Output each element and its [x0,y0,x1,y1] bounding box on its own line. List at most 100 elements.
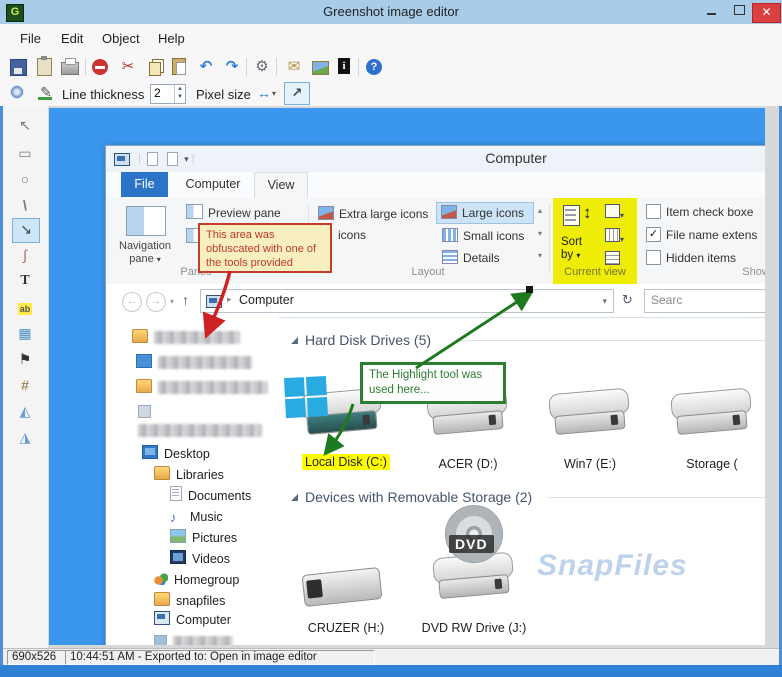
tree-item-music[interactable]: ♪ Music [170,507,223,527]
collapse-icon[interactable] [291,337,298,344]
layout-small-icons[interactable]: Small icons [442,227,524,245]
shadow-toggle-button[interactable]: ↗ [284,82,310,105]
status-dimensions: 690x526 [7,650,67,665]
tool-rectangle[interactable]: ▭ [12,142,38,165]
stepper-arrows-icon[interactable]: ▲ ▼ [174,85,185,103]
settings-gear-icon[interactable]: ⚙ [252,57,272,77]
layout-large-icons-selected[interactable]: Large icons [436,202,534,224]
new-folder-icon[interactable] [167,152,179,166]
tree-item-videos[interactable]: Videos [170,549,230,569]
copy-icon[interactable] [144,59,164,76]
obfuscated-tree-item[interactable] [136,354,252,372]
layout-overflow-icon[interactable]: ▾ [538,251,542,260]
collapse-icon[interactable] [291,494,298,501]
qat-caret-icon[interactable]: ▾ [184,154,189,164]
drive-win7[interactable]: Win7 (E:) [531,357,649,497]
recent-locations-caret-icon[interactable]: ▾ [170,297,174,306]
section-header-hdd[interactable]: Hard Disk Drives (5) [291,332,431,348]
drive-dvd[interactable]: DVD DVD RW Drive (J:) [409,505,539,645]
pixel-size-caret-icon[interactable]: ▾ [272,89,276,98]
undo-icon[interactable]: ↶ [196,57,216,77]
layout-extra-large-icons[interactable]: Extra large icons [318,205,428,223]
breadcrumb-location[interactable]: Computer [239,293,294,307]
section-header-removable[interactable]: Devices with Removable Storage (2) [291,489,532,505]
address-dropdown-caret-icon[interactable]: ▾ [602,296,607,307]
menu-help[interactable]: Help [158,31,185,46]
obfuscated-tree-item[interactable] [138,404,279,440]
layout-scroll-up-icon[interactable]: ▴ [538,206,542,215]
image-canvas[interactable]: | ▾ | Computer File Computer View Naviga… [48,108,765,645]
drive-cruzer[interactable]: CRUZER (H:) [285,509,407,645]
homegroup-icon [154,573,168,585]
tab-file[interactable]: File [121,172,168,197]
help-icon[interactable]: ? [366,59,382,75]
breadcrumb-box[interactable]: ▸ Computer ▾ [200,289,614,313]
menu-file[interactable]: File [20,31,41,46]
search-box[interactable] [644,289,765,313]
info-icon[interactable]: i [338,58,350,74]
tab-computer[interactable]: Computer [172,172,254,197]
tool-text[interactable]: T [12,270,38,293]
export-image-icon[interactable] [312,61,329,75]
line-color-icon[interactable]: ✎ [36,82,56,102]
tool-line[interactable]: \ [12,194,38,217]
blur-style-icon[interactable] [10,85,24,99]
drive-storage[interactable]: Storage ( [653,357,765,497]
sort-by-button[interactable]: Sort by ▾ [561,236,582,262]
tab-view[interactable]: View [254,172,308,199]
layout-medium-icons-fragment[interactable]: icons [338,228,366,242]
tool-crop[interactable]: # [12,374,38,397]
print-icon[interactable] [61,58,79,75]
tree-item-network-partial[interactable] [154,633,233,645]
tree-item-pictures[interactable]: Pictures [170,528,237,548]
delete-icon[interactable] [92,59,108,75]
tool-rotate-ccw[interactable]: ◭ [12,400,38,423]
group-by-icon[interactable]: ▾ [605,204,624,223]
redo-icon[interactable]: ↷ [222,57,242,77]
item-check-boxes-checkbox[interactable] [646,204,661,219]
menu-edit[interactable]: Edit [61,31,83,46]
close-button[interactable]: ✕ [752,3,781,23]
line-thickness-input[interactable] [151,85,176,101]
tool-arrow[interactable]: ↘ [12,218,40,243]
pixel-size-arrow-icon[interactable]: ↔ [254,83,274,103]
paste-icon[interactable] [172,58,186,75]
forward-icon[interactable]: → [146,292,166,312]
save-icon[interactable] [10,59,27,76]
obfuscated-tree-item[interactable] [136,379,268,397]
tree-item-libraries[interactable]: Libraries [154,465,224,485]
line-thickness-stepper[interactable]: ▲▼ [150,84,186,104]
tree-item-snapfiles[interactable]: snapfiles [154,591,225,611]
green-annotation-note[interactable]: The Highlight tool was used here... [360,362,506,404]
tree-item-homegroup[interactable]: Homegroup [154,570,239,590]
layout-details[interactable]: Details [442,249,500,267]
hidden-items-checkbox[interactable] [646,250,661,265]
cut-icon[interactable]: ✂ [118,57,138,77]
tool-selection[interactable]: ↖ [12,114,38,137]
tool-ellipse[interactable]: ○ [12,168,38,191]
tree-item-computer[interactable]: Computer [154,610,231,630]
refresh-icon[interactable]: ↻ [622,292,633,308]
email-icon[interactable]: ✉ [284,57,304,77]
tool-obfuscate[interactable]: ▦ [12,322,38,345]
minimize-button[interactable] [698,3,724,21]
menu-object[interactable]: Object [102,31,140,46]
obfuscated-tree-item[interactable] [132,329,240,347]
back-icon[interactable]: ← [122,292,142,312]
add-columns-icon[interactable]: ▾ [605,228,624,247]
file-name-extensions-checkbox[interactable]: ✓ [646,227,661,242]
preview-pane-button[interactable]: Preview pane [186,204,281,222]
red-annotation-note[interactable]: This area was obfuscated with one of the… [198,223,332,273]
up-icon[interactable]: ↑ [182,292,189,308]
tool-freehand[interactable]: ∫ [12,244,38,267]
copy-to-clipboard-icon[interactable] [37,56,52,76]
layout-scroll-down-icon[interactable]: ▾ [538,229,542,238]
maximize-button[interactable] [726,3,752,21]
tree-item-documents[interactable]: Documents [170,486,251,506]
tool-effects[interactable]: ⚑ [12,348,38,371]
properties-icon[interactable] [146,152,158,166]
tree-item-desktop[interactable]: Desktop [142,444,210,464]
tool-highlight[interactable]: ab [12,296,38,319]
tool-rotate-cw[interactable]: ◮ [12,426,38,449]
search-input[interactable] [645,290,765,310]
